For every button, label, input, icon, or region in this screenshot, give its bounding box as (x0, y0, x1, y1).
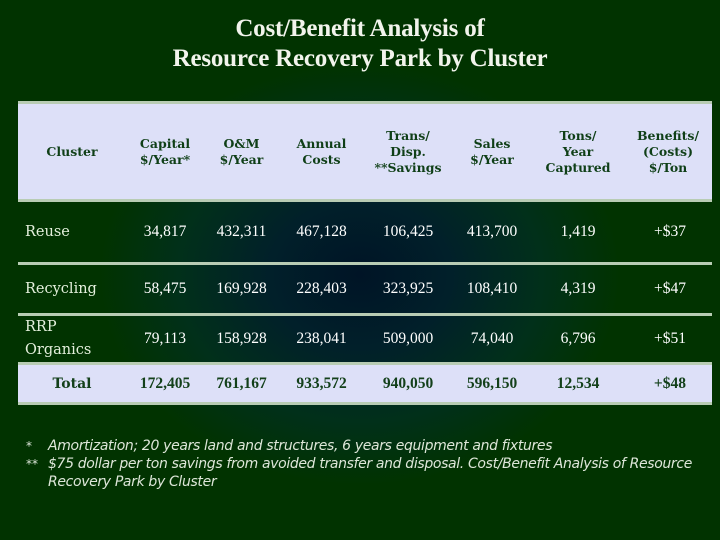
header-trans-disp-savings: Trans/ Disp. **Savings (364, 101, 452, 202)
header-annual-costs: Annual Costs (279, 101, 364, 202)
header-capital: Capital $/Year* (126, 101, 204, 202)
title-line-1: Cost/Benefit Analysis of (235, 15, 485, 42)
header-tons-captured: Tons/ Year Captured (532, 101, 624, 202)
cell-om: 169,928 (204, 263, 279, 316)
cell-capital: 79,113 (126, 314, 204, 365)
cell-cluster: Recycling (18, 263, 126, 316)
header-benefits-per-ton: Benefits/ (Costs) $/Ton (624, 101, 712, 202)
cell-annual: 933,572 (279, 363, 364, 405)
cell-benefit: +$47 (624, 263, 712, 316)
cell-savings: 106,425 (364, 200, 452, 265)
cell-sales: 74,040 (452, 314, 532, 365)
cell-capital: 34,817 (126, 200, 204, 265)
cell-benefit: +$37 (624, 200, 712, 265)
footnote-text: $75 dollar per ton savings from avoided … (48, 456, 692, 490)
title-line-2: Resource Recovery Park by Cluster (172, 45, 548, 72)
cell-tons: 1,419 (532, 200, 624, 265)
cell-om: 432,311 (204, 200, 279, 265)
cluster-line-2: Organics (25, 342, 92, 358)
cell-capital: 58,475 (126, 263, 204, 316)
cell-annual: 228,403 (279, 263, 364, 316)
cell-cluster: Reuse (18, 200, 126, 265)
cell-savings: 509,000 (364, 314, 452, 365)
cell-cluster: Total (18, 363, 126, 405)
cell-benefit: +$48 (624, 363, 712, 405)
cell-om: 761,167 (204, 363, 279, 405)
slide-title: Cost/Benefit Analysis of Resource Recove… (0, 14, 720, 74)
cell-savings: 940,050 (364, 363, 452, 405)
footnote-mark: ** (26, 457, 38, 471)
cell-tons: 4,319 (532, 263, 624, 316)
table-row-rrp-organics: RRP Organics 79,113 158,928 238,041 509,… (18, 314, 712, 365)
table-header-row: Cluster Capital $/Year* O&M $/Year Annua… (18, 101, 712, 202)
header-cluster: Cluster (18, 101, 126, 202)
cell-tons: 6,796 (532, 314, 624, 365)
table-row-reuse: Reuse 34,817 432,311 467,128 106,425 413… (18, 200, 712, 265)
cell-sales: 108,410 (452, 263, 532, 316)
cell-annual: 467,128 (279, 200, 364, 265)
cell-tons: 12,534 (532, 363, 624, 405)
cell-cluster: RRP Organics (18, 314, 126, 365)
cell-savings: 323,925 (364, 263, 452, 316)
footnote-amortization: * Amortization; 20 years land and struct… (26, 437, 706, 455)
cell-sales: 413,700 (452, 200, 532, 265)
cost-benefit-table: Cluster Capital $/Year* O&M $/Year Annua… (18, 101, 712, 405)
table-row-recycling: Recycling 58,475 169,928 228,403 323,925… (18, 263, 712, 316)
header-sales: Sales $/Year (452, 101, 532, 202)
cell-benefit: +$51 (624, 314, 712, 365)
cell-annual: 238,041 (279, 314, 364, 365)
cluster-line-1: RRP (25, 319, 57, 335)
table-row-total: Total 172,405 761,167 933,572 940,050 59… (18, 363, 712, 405)
cell-sales: 596,150 (452, 363, 532, 405)
cell-om: 158,928 (204, 314, 279, 365)
footnotes: * Amortization; 20 years land and struct… (26, 437, 706, 491)
cell-capital: 172,405 (126, 363, 204, 405)
footnote-text: Amortization; 20 years land and structur… (48, 438, 553, 454)
header-om: O&M $/Year (204, 101, 279, 202)
footnote-mark: * (26, 439, 32, 453)
footnote-savings: ** $75 dollar per ton savings from avoid… (26, 455, 706, 491)
